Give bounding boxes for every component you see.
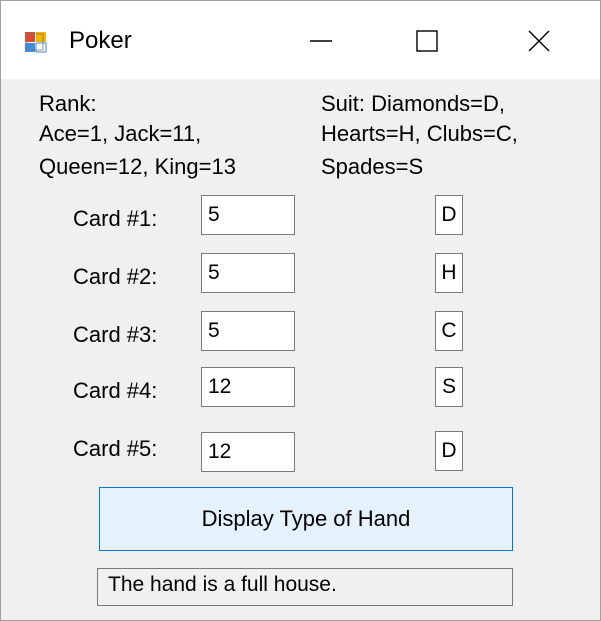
app-icon xyxy=(25,32,47,53)
suit-legend-line: Spades=S xyxy=(321,154,424,179)
card-1-rank-input[interactable] xyxy=(201,195,295,235)
card-1-label: Card #1: xyxy=(73,206,158,231)
display-type-of-hand-button[interactable]: Display Type of Hand xyxy=(99,487,513,551)
maximize-button[interactable] xyxy=(397,19,457,63)
close-button[interactable] xyxy=(509,19,569,63)
card-4-suit-input[interactable] xyxy=(435,367,463,407)
card-3-suit-input[interactable] xyxy=(435,311,463,351)
rank-legend-line: Queen=12, King=13 xyxy=(39,154,236,179)
card-5-suit-input[interactable] xyxy=(435,431,463,471)
card-2-rank-input[interactable] xyxy=(201,253,295,293)
card-4-rank-input[interactable] xyxy=(201,367,295,407)
card-1-suit-input[interactable] xyxy=(435,195,463,235)
result-label: The hand is a full house. xyxy=(97,568,513,606)
suit-legend-line: Suit: Diamonds=D, xyxy=(321,91,506,116)
card-5-rank-input[interactable] xyxy=(201,432,295,472)
card-5-label: Card #5: xyxy=(73,436,158,461)
minimize-icon xyxy=(310,40,332,42)
close-icon xyxy=(528,30,550,52)
poker-window: Poker Rank: Ace=1, Jack=11, Queen=12, Ki… xyxy=(0,0,601,621)
minimize-button[interactable] xyxy=(291,19,351,63)
maximize-icon xyxy=(416,30,438,52)
card-3-rank-input[interactable] xyxy=(201,311,295,351)
window-title: Poker xyxy=(69,27,132,54)
card-4-label: Card #4: xyxy=(73,378,158,403)
card-3-label: Card #3: xyxy=(73,322,158,347)
title-bar[interactable]: Poker xyxy=(1,1,600,79)
card-2-suit-input[interactable] xyxy=(435,253,463,293)
rank-legend-line: Rank: xyxy=(39,91,97,116)
suit-legend-line: Hearts=H, Clubs=C, xyxy=(321,121,518,146)
card-2-label: Card #2: xyxy=(73,264,158,289)
rank-legend-line: Ace=1, Jack=11, xyxy=(39,121,202,146)
